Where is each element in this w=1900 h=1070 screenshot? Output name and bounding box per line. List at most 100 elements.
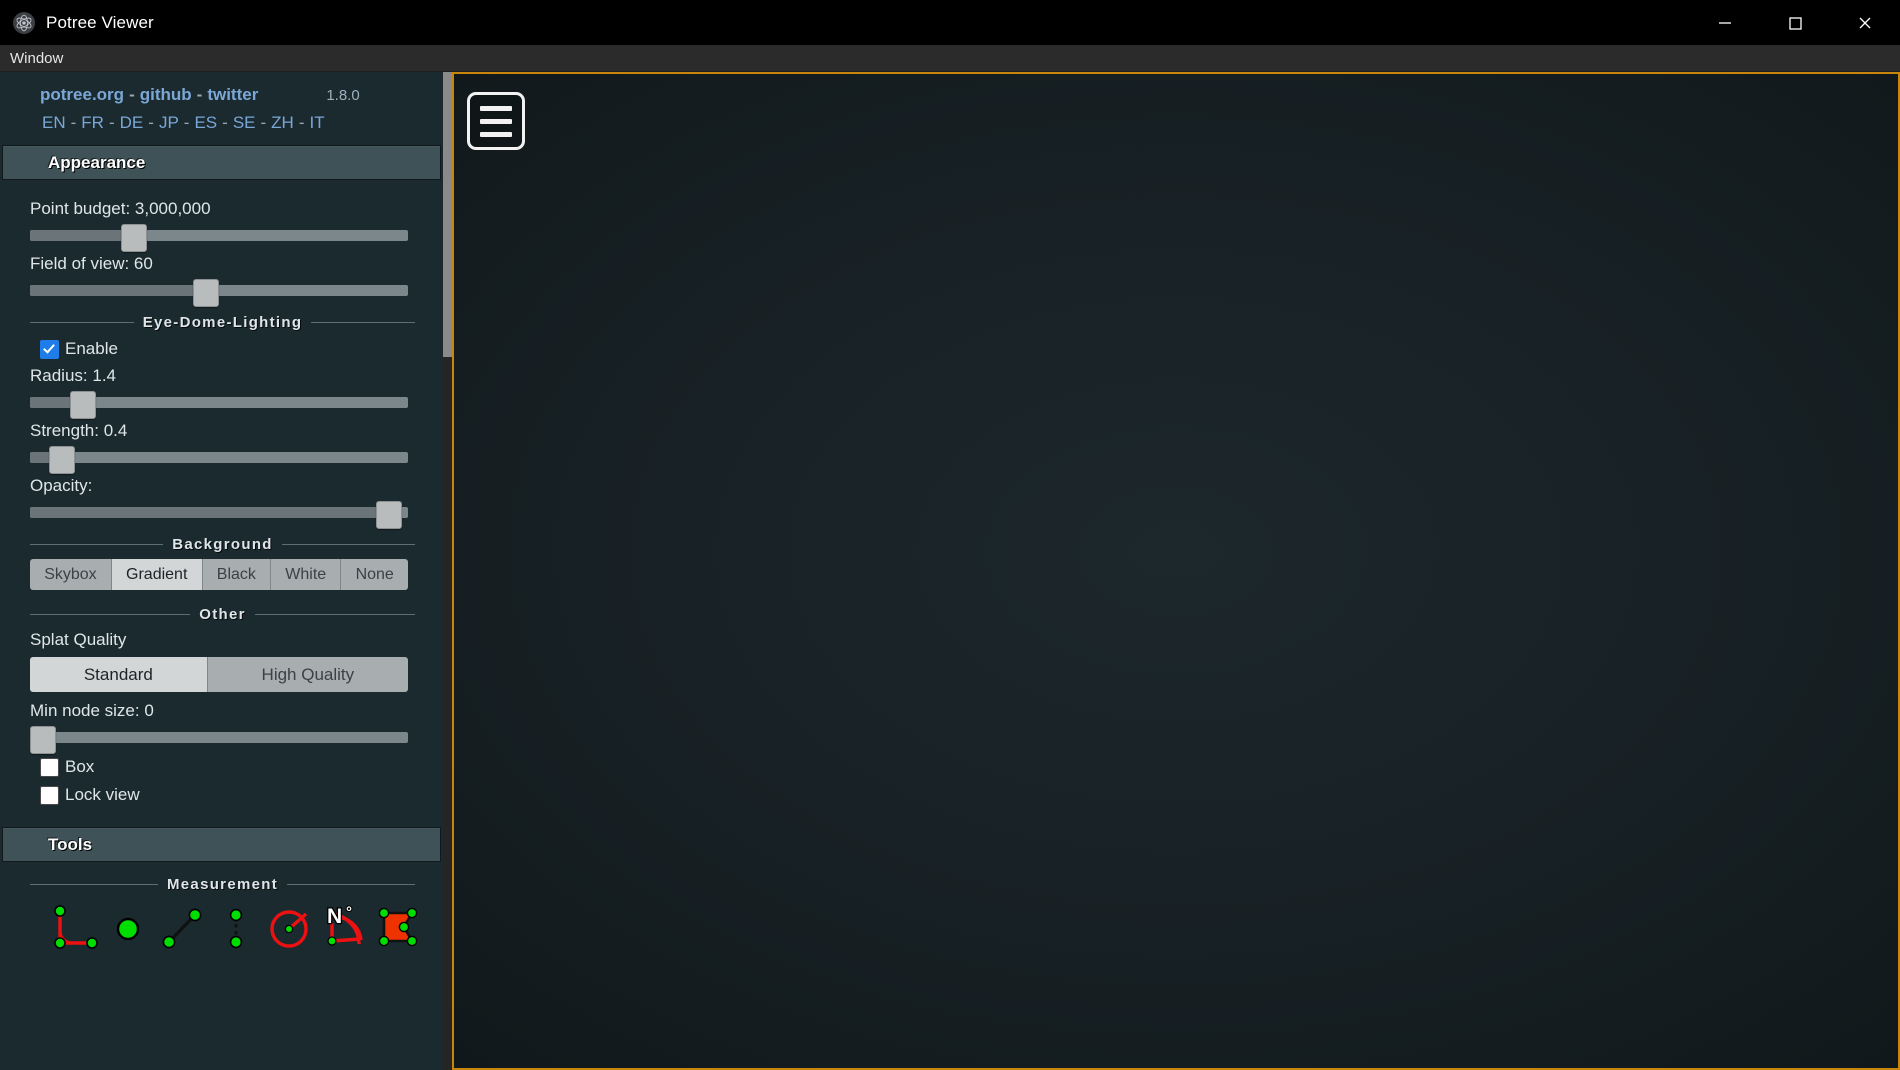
slider-handle[interactable] <box>30 726 56 754</box>
sidebar: potree.org - github - twitter 1.8.0 EN -… <box>0 72 443 1070</box>
edl-strength-label: Strength: 0.4 <box>30 421 128 440</box>
sidebar-scrollbar-thumb[interactable] <box>443 72 452 357</box>
window-title: Potree Viewer <box>46 12 154 32</box>
point-measurement-icon[interactable] <box>104 903 152 951</box>
background-option-none[interactable]: None <box>341 559 408 590</box>
slider-handle[interactable] <box>48 446 75 474</box>
box-row[interactable]: Box <box>30 757 415 777</box>
background-option-gradient[interactable]: Gradient <box>111 559 203 590</box>
box-checkbox[interactable] <box>40 757 59 777</box>
box-label: Box <box>65 757 95 776</box>
slider-track <box>30 732 408 743</box>
background-option-white[interactable]: White <box>271 559 342 590</box>
slider-handle[interactable] <box>120 224 147 252</box>
slider-handle[interactable] <box>69 391 96 419</box>
field-of-view-label: Field of view: 60 <box>30 254 153 273</box>
slider-track <box>30 452 408 463</box>
brand-separator: - <box>196 85 203 104</box>
point-cloud-canvas[interactable] <box>454 74 1898 1068</box>
splat-quality-option-standard[interactable]: Standard <box>30 657 208 692</box>
legend-rule <box>254 614 416 615</box>
lang-separator: - <box>222 113 228 132</box>
potree-atom-icon <box>13 11 35 34</box>
lang-zh[interactable]: ZH <box>271 113 294 133</box>
slider-handle[interactable] <box>375 501 402 529</box>
azimuth-measurement-icon[interactable]: N ° <box>320 903 368 951</box>
lock-view-checkbox[interactable] <box>40 785 59 805</box>
title-bar: Potree Viewer <box>0 0 1900 45</box>
edl-radius-label: Radius: 1.4 <box>30 366 116 385</box>
lang-jp[interactable]: JP <box>159 113 179 133</box>
min-node-size-slider[interactable] <box>30 726 408 754</box>
sidebar-container: potree.org - github - twitter 1.8.0 EN -… <box>0 72 452 1070</box>
distance-measurement-icon[interactable] <box>158 903 206 951</box>
menu-bar: Window <box>0 45 1900 72</box>
lang-it[interactable]: IT <box>310 113 325 133</box>
circle-measurement-icon[interactable] <box>266 903 314 951</box>
svg-text:N: N <box>327 905 342 928</box>
render-viewport[interactable] <box>452 72 1900 1070</box>
lang-es[interactable]: ES <box>194 113 217 133</box>
title-bar-left: Potree Viewer <box>0 11 154 34</box>
splat-quality-button-group: Standard High Quality <box>30 657 408 692</box>
lang-separator: - <box>108 113 115 132</box>
lang-separator: - <box>148 113 154 132</box>
lang-separator: - <box>183 113 190 132</box>
accordion-header-tools[interactable]: Tools <box>2 827 441 862</box>
legend-rule <box>311 322 416 323</box>
lang-separator: - <box>70 113 77 132</box>
window-controls <box>1690 0 1900 45</box>
menu-item-window[interactable]: Window <box>0 46 73 71</box>
brand-separator: - <box>129 85 135 104</box>
background-option-black[interactable]: Black <box>202 559 272 590</box>
lang-de[interactable]: DE <box>120 113 144 133</box>
legend-rule <box>281 544 416 545</box>
point-budget-label: Point budget: 3,000,000 <box>30 199 211 218</box>
panel-tools: Measurement N ° <box>0 876 443 951</box>
hamburger-bar <box>480 118 512 124</box>
legend-label: Other <box>199 606 246 623</box>
accordion-header-appearance[interactable]: Appearance <box>2 145 441 180</box>
edl-radius-slider[interactable] <box>30 391 408 419</box>
height-measurement-icon[interactable] <box>212 903 260 951</box>
edl-enable-label: Enable <box>65 339 118 358</box>
area-measurement-icon[interactable] <box>374 903 422 951</box>
background-option-skybox[interactable]: Skybox <box>30 559 112 590</box>
accordion-title-tools: Tools <box>48 834 93 854</box>
application-window: Potree Viewer Window potree.org - github… <box>0 0 1900 1070</box>
lang-en[interactable]: EN <box>42 113 66 133</box>
link-potree-org[interactable]: potree.org <box>40 85 124 105</box>
edl-enable-checkbox[interactable] <box>40 339 59 359</box>
edl-opacity-label: Opacity: <box>30 476 93 495</box>
link-twitter[interactable]: twitter <box>207 85 258 105</box>
hamburger-menu-icon[interactable] <box>467 92 525 150</box>
lang-fr[interactable]: FR <box>81 113 104 133</box>
splat-quality-option-high-quality[interactable]: High Quality <box>207 657 408 692</box>
slider-handle[interactable] <box>192 279 219 307</box>
potree-links: potree.org - github - twitter 1.8.0 EN -… <box>0 72 443 133</box>
link-github[interactable]: github <box>140 85 192 105</box>
legend-label: Eye-Dome-Lighting <box>142 314 303 331</box>
edl-opacity-slider[interactable] <box>30 501 408 529</box>
edl-enable-row[interactable]: Enable <box>30 339 415 359</box>
brand-links-row: potree.org - github - twitter 1.8.0 <box>0 85 443 105</box>
version-label: 1.8.0 <box>326 87 360 104</box>
field-of-view-slider[interactable] <box>30 279 408 307</box>
lang-se[interactable]: SE <box>233 113 256 133</box>
close-button[interactable] <box>1830 0 1900 45</box>
legend-rule <box>30 322 134 323</box>
sidebar-scrollbar[interactable] <box>443 72 452 1070</box>
legend-eye-dome-lighting: Eye-Dome-Lighting <box>30 314 416 331</box>
slider-fill <box>30 230 129 241</box>
maximize-button[interactable] <box>1760 0 1830 45</box>
edl-strength-slider[interactable] <box>30 446 408 474</box>
legend-measurement: Measurement <box>30 876 416 893</box>
point-budget-slider[interactable] <box>30 224 408 252</box>
accordion-title-appearance: Appearance <box>48 152 146 172</box>
legend-rule <box>30 884 158 885</box>
lock-view-row[interactable]: Lock view <box>30 785 415 805</box>
lang-separator: - <box>298 113 305 132</box>
minimize-button[interactable] <box>1690 0 1760 45</box>
hamburger-bar <box>480 131 512 137</box>
angle-measurement-icon[interactable] <box>50 903 98 951</box>
